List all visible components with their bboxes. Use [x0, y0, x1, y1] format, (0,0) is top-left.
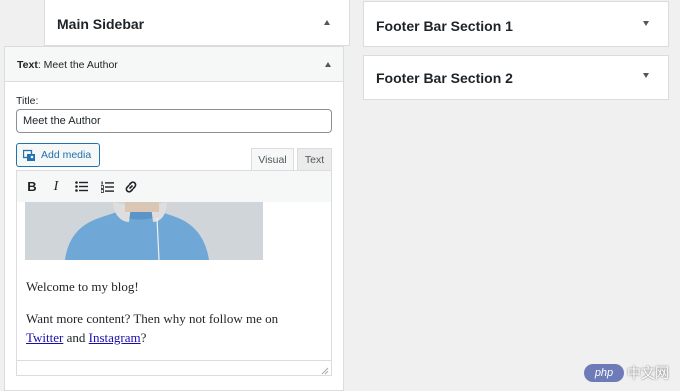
widget-area-title: Footer Bar Section 1: [376, 18, 513, 34]
author-photo: [25, 202, 263, 260]
widget-type: Text: [17, 59, 38, 71]
editor-content[interactable]: Welcome to my blog! Want more content? T…: [16, 202, 332, 376]
add-media-button[interactable]: Add media: [16, 143, 100, 167]
widget-header[interactable]: Text: Meet the Author: [5, 47, 343, 82]
paragraph-text: ?: [140, 330, 147, 345]
expand-arrow-icon[interactable]: [643, 21, 649, 26]
editor-paragraph: Welcome to my blog!: [26, 279, 139, 294]
numbered-list-icon[interactable]: [95, 171, 119, 202]
italic-icon[interactable]: I: [44, 171, 68, 202]
widget-area-title: Main Sidebar: [57, 16, 145, 32]
editor-statusbar: [17, 360, 331, 375]
resize-handle-icon[interactable]: [321, 367, 329, 375]
widget-name: : Meet the Author: [37, 59, 118, 71]
title-label: Title:: [16, 95, 39, 107]
instagram-link[interactable]: Instagram: [89, 330, 141, 345]
add-media-label: Add media: [41, 149, 92, 161]
title-input[interactable]: [16, 109, 332, 133]
watermark-text: 中文网: [627, 365, 669, 381]
bullet-list-icon[interactable]: [69, 171, 93, 202]
twitter-link[interactable]: Twitter: [26, 330, 63, 345]
watermark-logo: php: [584, 364, 624, 382]
bold-icon[interactable]: B: [20, 171, 44, 202]
watermark: php 中文网: [584, 363, 669, 383]
widget-area-title: Footer Bar Section 2: [376, 70, 513, 86]
widget-area-footer-2[interactable]: Footer Bar Section 2: [363, 55, 669, 100]
expand-arrow-icon[interactable]: [643, 73, 649, 78]
widget-area-footer-1[interactable]: Footer Bar Section 1: [363, 1, 669, 47]
tab-visual[interactable]: Visual: [251, 148, 294, 171]
media-icon: [23, 149, 35, 161]
link-icon[interactable]: [119, 171, 143, 202]
widget-area-main-sidebar[interactable]: Main Sidebar: [44, 0, 350, 46]
editor-paragraph: Want more content? Then why not follow m…: [26, 309, 321, 347]
tab-text[interactable]: Text: [297, 148, 332, 171]
paragraph-text: Want more content? Then why not follow m…: [26, 311, 279, 326]
collapse-arrow-icon[interactable]: [325, 62, 331, 67]
paragraph-text: and: [63, 330, 89, 345]
editor-toolbar: B I: [16, 170, 332, 203]
widget-title: Text: Meet the Author: [17, 59, 118, 71]
collapse-arrow-icon[interactable]: [324, 20, 330, 25]
